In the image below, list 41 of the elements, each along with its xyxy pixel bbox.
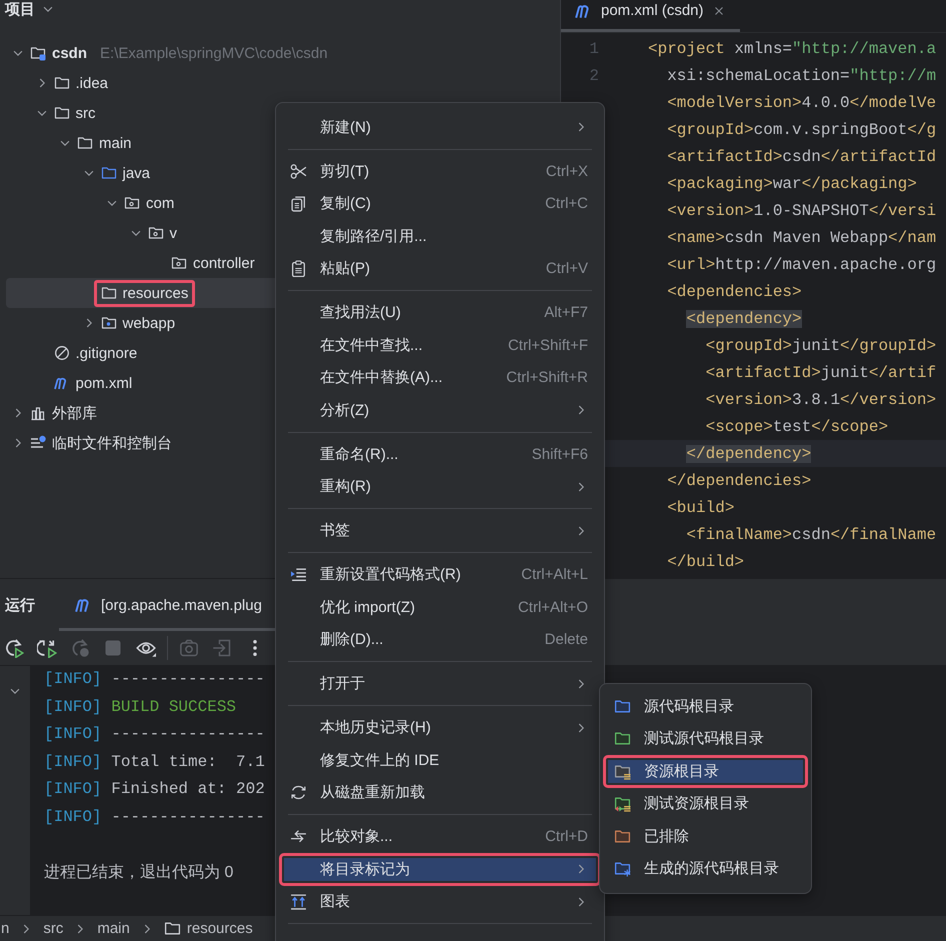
code-line: <groupId>com.v.springBoot</g	[666, 120, 936, 138]
code-line: <version>1.0-SNAPSHOT</versi	[666, 202, 936, 220]
code-line: <dependencies>	[666, 282, 802, 300]
tree-item-label: main	[99, 134, 132, 152]
code-line: </dependencies>	[666, 472, 812, 490]
code-line: <finalName>csdn</finalName	[685, 526, 936, 544]
tree-item-label: webapp	[122, 314, 176, 332]
code-line: <scope>test</scope>	[704, 418, 888, 436]
code-line: </build>	[666, 552, 744, 570]
code-line: <modelVersion>4.0.0</modelVe	[666, 94, 936, 112]
console-line: [INFO] ----------------	[44, 724, 265, 745]
code-line: <build>	[666, 498, 734, 516]
code-line: <project xmlns="http://maven.a	[648, 40, 936, 58]
console-line: [INFO] BUILD SUCCESS	[44, 696, 238, 718]
code-line: <name>csdn Maven Webapp</nam	[666, 228, 936, 246]
panel-title: 运行	[5, 596, 35, 614]
code-line: <artifactId>csdn</artifactId	[666, 148, 936, 166]
tree-item-label: src	[76, 104, 96, 122]
code-line: <artifactId>junit</artif	[704, 364, 936, 382]
tree-item-label: csdn	[52, 44, 88, 62]
tree-item-label: resources	[122, 284, 188, 302]
code-line: <packaging>war</packaging>	[666, 174, 917, 192]
tree-item-label: pom.xml	[76, 374, 132, 392]
tree-item-label: 临时文件和控制台	[52, 434, 172, 452]
path-hint: E:\Example\springMVC\code\csdn	[100, 44, 328, 62]
console-line: 进程已结束，退出代码为 0	[44, 862, 234, 882]
tree-item-label: .gitignore	[76, 344, 138, 362]
code-line: <url>http://maven.apache.org	[666, 256, 936, 274]
tree-item-label: 外部库	[52, 404, 97, 422]
code-line: <groupId>junit</groupId>	[704, 336, 936, 354]
console-line: [INFO] ----------------	[44, 806, 265, 828]
code-line: <version>3.8.1</version>	[704, 390, 936, 408]
tree-item-label: java	[122, 164, 150, 182]
tree-item-label: controller	[193, 254, 255, 272]
code-line: xsi:schemaLocation="http://m	[666, 66, 936, 84]
tree-item-label: com	[146, 194, 174, 212]
console-line: [INFO] Finished at: 202	[44, 779, 265, 800]
tree-item-label: v	[170, 224, 177, 242]
console-line: [INFO] Total time: 7.1	[44, 752, 265, 772]
tree-item-label: .idea	[76, 74, 108, 92]
console-line: [INFO] ----------------	[44, 669, 265, 690]
